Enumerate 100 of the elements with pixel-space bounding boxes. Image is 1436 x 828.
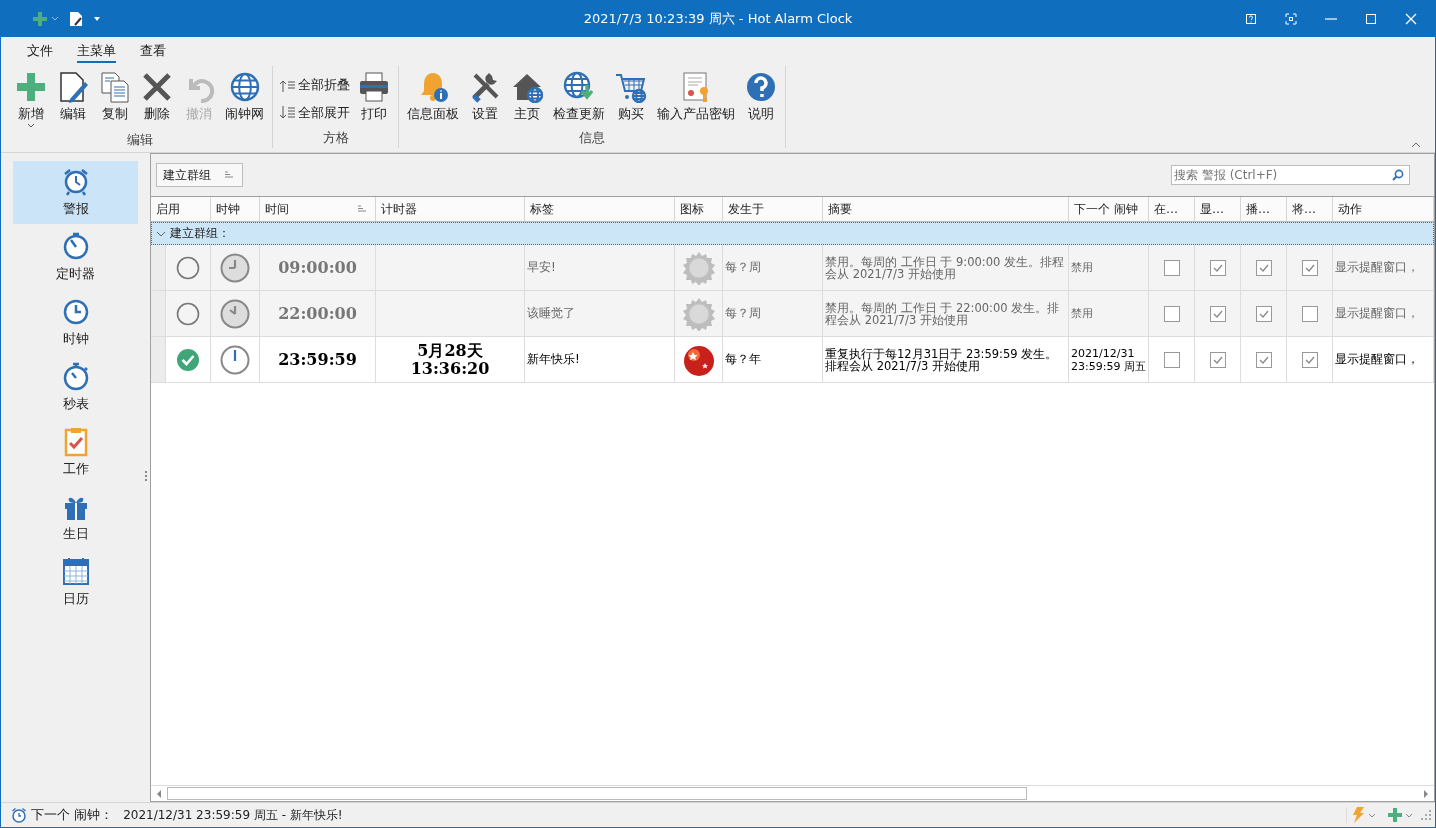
ribbon-button[interactable]: 全部折叠	[277, 74, 352, 96]
column-header[interactable]: 显…	[1195, 197, 1241, 221]
sidebar-item[interactable]: 生日	[13, 486, 138, 549]
menu-tab[interactable]: 主菜单	[65, 42, 128, 64]
column-header[interactable]: 播…	[1241, 197, 1287, 221]
sidebar-item[interactable]: 时钟	[13, 291, 138, 354]
time-cell: 09:00:00	[260, 245, 376, 290]
ribbon-button[interactable]: 复制	[95, 68, 135, 126]
x-icon	[141, 71, 173, 103]
cart-icon	[615, 71, 647, 103]
clock-face-icon	[220, 298, 250, 329]
checkbox[interactable]	[1209, 259, 1226, 276]
chevron-down-icon	[156, 229, 166, 238]
column-header[interactable]: 图标	[675, 197, 723, 221]
ribbon-button[interactable]: 输入产品密钥	[653, 68, 739, 126]
ribbon-button[interactable]: 闹钟网	[221, 68, 268, 126]
resize-grip-icon	[1421, 810, 1431, 820]
time-cell: 22:00:00	[260, 291, 376, 336]
checkbox[interactable]	[1163, 259, 1180, 276]
column-header[interactable]: 动作	[1333, 197, 1434, 221]
checkbox[interactable]	[1255, 259, 1272, 276]
close-icon	[1405, 12, 1417, 25]
group-label: 信息	[578, 129, 606, 147]
checkbox[interactable]	[1255, 351, 1272, 368]
column-header[interactable]: 下一个 闹钟	[1069, 197, 1149, 221]
checkbox[interactable]	[1209, 351, 1226, 368]
ribbon-button[interactable]: 主页	[507, 68, 547, 126]
checkbox[interactable]	[1163, 305, 1180, 322]
caret-icon	[93, 15, 101, 22]
label-cell: 早安!	[525, 245, 675, 290]
action-cell: 显示提醒窗口，	[1333, 337, 1434, 382]
sidebar-item[interactable]: 日历	[13, 551, 138, 614]
sort-icon	[225, 171, 234, 179]
sidebar-item[interactable]: 工作	[13, 421, 138, 484]
menu-tab[interactable]: 查看	[128, 42, 178, 64]
occurrence-cell: 每？年	[723, 337, 823, 382]
checkbox[interactable]	[1255, 305, 1272, 322]
ribbon-button[interactable]: 购买	[611, 68, 651, 126]
ribbon-button[interactable]: 设置	[465, 68, 505, 126]
splitter-grip-icon	[145, 471, 148, 482]
check-circle-icon[interactable]	[176, 347, 200, 372]
ribbon-button[interactable]: 信息面板	[403, 68, 463, 126]
ribbon-button[interactable]: 全部展开	[277, 102, 352, 124]
label-cell: 该睡觉了	[525, 291, 675, 336]
summary-cell: 禁用。每周的 工作日 于 22:00:00 发生。排程会从 2021/7/3 开始使用	[823, 291, 1069, 336]
sidebar-item[interactable]: 警报	[13, 161, 138, 224]
checkbox[interactable]	[1301, 259, 1318, 276]
column-header[interactable]: 摘要	[823, 197, 1069, 221]
checkbox[interactable]	[1301, 351, 1318, 368]
empty-circle-icon[interactable]	[176, 301, 200, 326]
action-cell: 显示提醒窗口，	[1333, 245, 1434, 290]
ribbon-button[interactable]: 打印	[354, 68, 394, 126]
column-header[interactable]: 标签	[525, 197, 675, 221]
column-header[interactable]: 计时器	[376, 197, 525, 221]
column-header[interactable]: 时钟	[211, 197, 260, 221]
group-label: 编辑	[125, 131, 154, 149]
checkbox[interactable]	[1209, 305, 1226, 322]
minimize-icon	[1325, 17, 1337, 20]
time-cell: 23:59:59	[260, 337, 376, 382]
menu-tab[interactable]: 文件	[15, 42, 65, 64]
sidebar-item[interactable]: 定时器	[13, 226, 138, 289]
checkbox[interactable]	[1163, 351, 1180, 368]
plus-icon	[1388, 808, 1402, 822]
scroll-right-icon	[1423, 789, 1429, 798]
next-alarm-cell: 2021/12/31 23:59:59 周五	[1069, 337, 1149, 382]
scroll-left-icon	[156, 789, 162, 798]
column-header[interactable]: 启用	[151, 197, 211, 221]
column-header[interactable]: 将…	[1287, 197, 1333, 221]
empty-circle-icon[interactable]	[176, 255, 200, 280]
group-label: 方格	[321, 129, 350, 147]
search-icon	[1392, 169, 1404, 181]
globe-icon	[228, 71, 261, 103]
summary-cell: 禁用。每周的 工作日 于 9:00:00 发生。排程会从 2021/7/3 开始使用	[823, 245, 1069, 290]
help-icon	[745, 71, 777, 103]
checkbox[interactable]	[1301, 305, 1318, 322]
column-header[interactable]: 时间	[260, 197, 376, 221]
timer-icon	[61, 232, 90, 262]
badge-icon	[681, 296, 716, 331]
label-cell: 新年快乐!	[525, 337, 675, 382]
group-row[interactable]: 建立群组：	[151, 222, 1434, 245]
group-button[interactable]: 建立群组	[156, 163, 243, 187]
horizontal-scrollbar[interactable]	[151, 785, 1434, 801]
badge-icon	[681, 250, 716, 285]
column-header[interactable]: 发生于	[723, 197, 823, 221]
occurrence-cell: 每？周	[723, 291, 823, 336]
ribbon-button[interactable]: 编辑	[53, 68, 93, 126]
next-alarm-cell: 禁用	[1069, 245, 1149, 290]
sort-icon	[358, 205, 367, 213]
ribbon-button[interactable]: 新增	[11, 68, 51, 131]
column-header[interactable]: 在…	[1149, 197, 1195, 221]
plus-icon	[32, 10, 48, 27]
ribbon-button[interactable]: 说明	[741, 68, 781, 126]
search-field[interactable]: 搜索 警报 (Ctrl+F)	[1171, 165, 1410, 185]
printer-icon	[358, 71, 390, 103]
window-title: 2021/7/3 10:23:39 周六 - Hot Alarm Clock	[582, 9, 854, 28]
ribbon-button[interactable]: 删除	[137, 68, 177, 126]
sidebar-item[interactable]: 秒表	[13, 356, 138, 419]
collapse-ribbon-button[interactable]	[1409, 140, 1423, 150]
ribbon-button[interactable]: 检查更新	[549, 68, 609, 126]
status-text: 2021/12/31 23:59:59 周五 - 新年快乐!	[123, 806, 343, 824]
